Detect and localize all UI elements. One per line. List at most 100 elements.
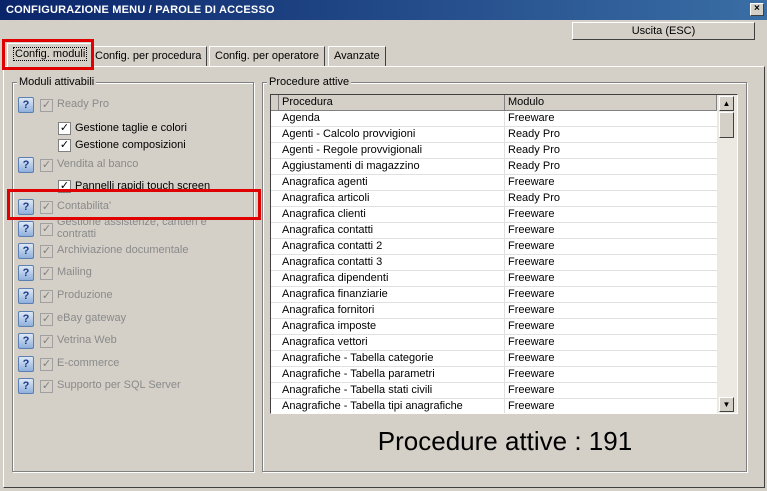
help-icon[interactable]: ? — [18, 356, 34, 372]
cell-procedura: Anagrafica agenti — [279, 175, 505, 191]
scroll-down-icon[interactable]: ▼ — [719, 397, 734, 412]
submodule-checkbox[interactable]: ✓ — [58, 139, 71, 152]
cell-procedura: Anagrafica clienti — [279, 207, 505, 223]
module-label: Mailing — [57, 266, 92, 278]
vertical-scrollbar[interactable]: ▲ ▼ — [717, 95, 737, 413]
help-icon[interactable]: ? — [18, 333, 34, 349]
cell-modulo: Freeware — [508, 288, 555, 300]
table-row[interactable]: Agenti - Regole provvigionali Ready Pro — [271, 143, 717, 159]
cell-procedura: Agenti - Regole provvigionali — [279, 143, 505, 159]
table-row[interactable]: Anagrafiche - Tabella parametri Freeware — [271, 367, 717, 383]
cell-procedura: Anagrafica fornitori — [279, 303, 505, 319]
table-row[interactable]: Anagrafica contatti 3 Freeware — [271, 255, 717, 271]
module-label: eBay gateway — [57, 312, 127, 324]
help-icon[interactable]: ? — [18, 378, 34, 394]
help-icon[interactable]: ? — [18, 288, 34, 304]
cell-modulo: Freeware — [508, 256, 555, 268]
module-checkbox[interactable]: ✓ — [40, 313, 53, 326]
cell-modulo: Freeware — [508, 368, 555, 380]
cell-procedura: Agenda — [279, 111, 505, 127]
help-icon[interactable]: ? — [18, 97, 34, 113]
tab-avanzate[interactable]: Avanzate — [328, 46, 386, 66]
table-row[interactable]: Agenti - Calcolo provvigioni Ready Pro — [271, 127, 717, 143]
table-row[interactable]: Anagrafica clienti Freeware — [271, 207, 717, 223]
module-checkbox[interactable]: ✓ — [40, 223, 53, 236]
table-row[interactable]: Anagrafica contatti Freeware — [271, 223, 717, 239]
cell-modulo: Freeware — [508, 272, 555, 284]
cell-modulo: Ready Pro — [508, 128, 560, 140]
module-label: Vetrina Web — [57, 334, 117, 346]
module-label: Ready Pro — [57, 98, 109, 110]
module-checkbox[interactable]: ✓ — [40, 99, 53, 112]
table-row[interactable]: Anagrafica agenti Freeware — [271, 175, 717, 191]
cell-procedura: Agenti - Calcolo provvigioni — [279, 127, 505, 143]
cell-modulo: Freeware — [508, 336, 555, 348]
help-icon[interactable]: ? — [18, 221, 34, 237]
table-row[interactable]: Aggiustamenti di magazzino Ready Pro — [271, 159, 717, 175]
close-icon: × — [753, 3, 761, 14]
column-modulo[interactable]: Modulo — [505, 95, 717, 111]
cell-modulo: Ready Pro — [508, 160, 560, 172]
cell-modulo: Freeware — [508, 352, 555, 364]
scroll-thumb[interactable] — [719, 112, 734, 138]
cell-procedura: Anagrafiche - Tabella stati civili — [279, 383, 505, 399]
window-title: CONFIGURAZIONE MENU / PAROLE DI ACCESSO — [6, 4, 275, 16]
module-checkbox[interactable]: ✓ — [40, 245, 53, 258]
tab-label: Config. per operatore — [215, 50, 319, 62]
cell-modulo: Freeware — [508, 400, 555, 412]
table-row[interactable]: Anagrafica dipendenti Freeware — [271, 271, 717, 287]
cell-procedura: Anagrafica imposte — [279, 319, 505, 335]
table-row[interactable]: Anagrafica contatti 2 Freeware — [271, 239, 717, 255]
window-titlebar: CONFIGURAZIONE MENU / PAROLE DI ACCESSO … — [0, 0, 767, 20]
procedures-group-title: Procedure attive — [267, 76, 352, 88]
tab-config-per-procedura[interactable]: Config. per procedura — [89, 46, 208, 66]
cell-procedura: Anagrafica finanziarie — [279, 287, 505, 303]
cell-procedura: Anagrafica articoli — [279, 191, 505, 207]
table-row[interactable]: Anagrafica imposte Freeware — [271, 319, 717, 335]
cell-modulo: Freeware — [508, 320, 555, 332]
cell-modulo: Freeware — [508, 384, 555, 396]
tab-config-per-operatore[interactable]: Config. per operatore — [209, 46, 325, 66]
table-row[interactable]: Anagrafica articoli Ready Pro — [271, 191, 717, 207]
module-label: E-commerce — [57, 357, 120, 369]
module-checkbox[interactable]: ✓ — [40, 358, 53, 371]
column-procedura[interactable]: Procedura — [279, 95, 505, 111]
procedures-count: Procedure attive : 191 — [377, 426, 633, 456]
module-label: Produzione — [57, 289, 113, 301]
modules-group-title: Moduli attivabili — [17, 76, 97, 88]
module-label: Supporto per SQL Server — [57, 379, 181, 391]
exit-button[interactable]: Uscita (ESC) — [572, 22, 755, 40]
cell-modulo: Ready Pro — [508, 192, 560, 204]
module-checkbox[interactable]: ✓ — [40, 267, 53, 280]
cell-procedura: Aggiustamenti di magazzino — [279, 159, 505, 175]
cell-modulo: Freeware — [508, 208, 555, 220]
table-row[interactable]: Agenda Freeware — [271, 111, 717, 127]
module-label: Archiviazione documentale — [57, 244, 189, 256]
table-header: Procedura Modulo — [271, 95, 717, 111]
table-row[interactable]: Anagrafica fornitori Freeware — [271, 303, 717, 319]
table-row[interactable]: Anagrafica finanziarie Freeware — [271, 287, 717, 303]
close-button[interactable]: × — [750, 3, 764, 16]
cell-procedura: Anagrafiche - Tabella tipi anagrafiche — [279, 399, 505, 413]
help-icon[interactable]: ? — [18, 265, 34, 281]
module-checkbox[interactable]: ✓ — [40, 335, 53, 348]
cell-procedura: Anagrafica contatti 2 — [279, 239, 505, 255]
help-icon[interactable]: ? — [18, 157, 34, 173]
module-checkbox[interactable]: ✓ — [40, 159, 53, 172]
cell-procedura: Anagrafica vettori — [279, 335, 505, 351]
module-label: Vendita al banco — [57, 158, 139, 170]
help-icon[interactable]: ? — [18, 243, 34, 259]
submodule-checkbox[interactable]: ✓ — [58, 122, 71, 135]
row-indicator-header — [271, 95, 279, 111]
table-row[interactable]: Anagrafiche - Tabella tipi anagrafiche Fr… — [271, 399, 717, 413]
module-checkbox[interactable]: ✓ — [40, 380, 53, 393]
table-row[interactable]: Anagrafiche - Tabella stati civili Freewa… — [271, 383, 717, 399]
cell-modulo: Freeware — [508, 240, 555, 252]
scroll-up-icon[interactable]: ▲ — [719, 96, 734, 111]
procedures-table[interactable]: Procedura Modulo Agenda Freeware Agenti - … — [270, 94, 738, 414]
table-row[interactable]: Anagrafica vettori Freeware — [271, 335, 717, 351]
help-icon[interactable]: ? — [18, 311, 34, 327]
module-checkbox[interactable]: ✓ — [40, 290, 53, 303]
submodule-label: Gestione composizioni — [75, 139, 186, 151]
table-row[interactable]: Anagrafiche - Tabella categorie Freeware — [271, 351, 717, 367]
